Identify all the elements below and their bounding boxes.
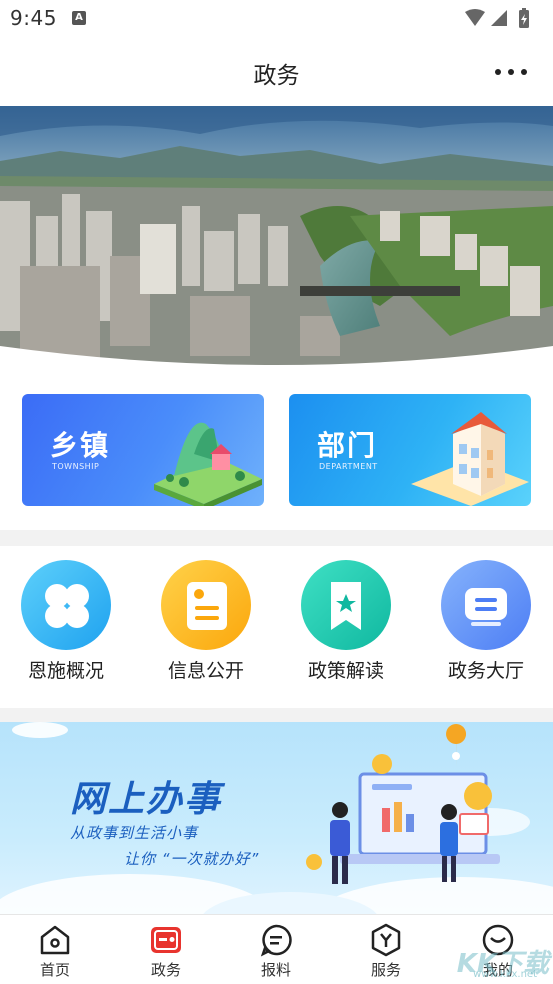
mountain-illustration-icon <box>154 422 262 506</box>
status-bar: 9:45 A <box>0 0 553 38</box>
category-cards: 乡镇 TOWNSHIP 部门 DEPARTMENT <box>0 368 553 530</box>
nav-service[interactable]: 服务 <box>346 923 426 980</box>
nav-label: 服务 <box>370 961 401 979</box>
status-time: 9:45 <box>10 6 57 30</box>
home-icon <box>38 923 72 957</box>
hero-banner[interactable] <box>0 106 553 368</box>
township-card[interactable]: 乡镇 TOWNSHIP <box>22 394 264 506</box>
more-icon[interactable] <box>495 64 527 80</box>
quick-link-label: 信息公开 <box>167 660 244 682</box>
message-icon <box>441 560 531 650</box>
bookmark-star-icon <box>301 560 391 650</box>
nav-label: 报料 <box>260 961 291 979</box>
quick-links: 恩施概况 信息公开 政策解读 政务大厅 <box>0 546 553 708</box>
government-icon <box>149 923 183 957</box>
department-card[interactable]: 部门 DEPARTMENT <box>289 394 531 506</box>
nav-label: 政务 <box>150 961 181 979</box>
notification-icon: A <box>72 11 86 25</box>
township-subtitle: TOWNSHIP <box>52 462 100 471</box>
watermark-url: www.kkx.net <box>473 969 537 980</box>
quick-link-policy[interactable]: 政策解读 <box>286 560 406 683</box>
township-title: 乡镇 <box>50 429 111 462</box>
promo-title: 网上办事 <box>70 779 223 820</box>
clover-icon <box>21 560 111 650</box>
promo-slogan-line1: 从政事到生活小事 <box>70 824 199 842</box>
document-icon <box>161 560 251 650</box>
online-service-banner[interactable]: 网上办事 从政事到生活小事 让你 “一次就办好” <box>0 722 553 914</box>
nav-label: 首页 <box>39 961 70 979</box>
city-panorama-image <box>0 106 553 368</box>
quick-link-info[interactable]: 信息公开 <box>146 560 266 683</box>
chat-icon <box>259 923 293 957</box>
promo-slogan-line2: 让你 “一次就办好” <box>124 850 260 868</box>
quick-link-hall[interactable]: 政务大厅 <box>426 560 546 683</box>
title-bar: 政务 <box>0 38 553 106</box>
signal-icon <box>491 10 507 26</box>
status-icons <box>465 8 529 28</box>
wifi-icon <box>465 9 485 26</box>
screen: 9:45 A 政务 乡镇 TOWNSHIP 部门 DEPARTMENT 恩施概况… <box>0 0 553 984</box>
quick-link-label: 恩施概况 <box>27 660 104 682</box>
nav-report[interactable]: 报料 <box>236 923 316 980</box>
department-subtitle: DEPARTMENT <box>319 462 378 471</box>
building-illustration-icon <box>411 412 529 506</box>
service-icon <box>369 923 403 957</box>
page-title: 政务 <box>253 63 300 89</box>
bottom-nav: 首页 政务 报料 服务 我的 KK下载 www.kkx.net <box>0 914 553 984</box>
quick-link-overview[interactable]: 恩施概况 <box>6 560 126 683</box>
quick-link-label: 政策解读 <box>307 660 384 682</box>
nav-home[interactable]: 首页 <box>15 923 95 980</box>
nav-government[interactable]: 政务 <box>126 923 206 980</box>
department-title: 部门 <box>317 429 378 462</box>
quick-link-label: 政务大厅 <box>447 660 524 682</box>
